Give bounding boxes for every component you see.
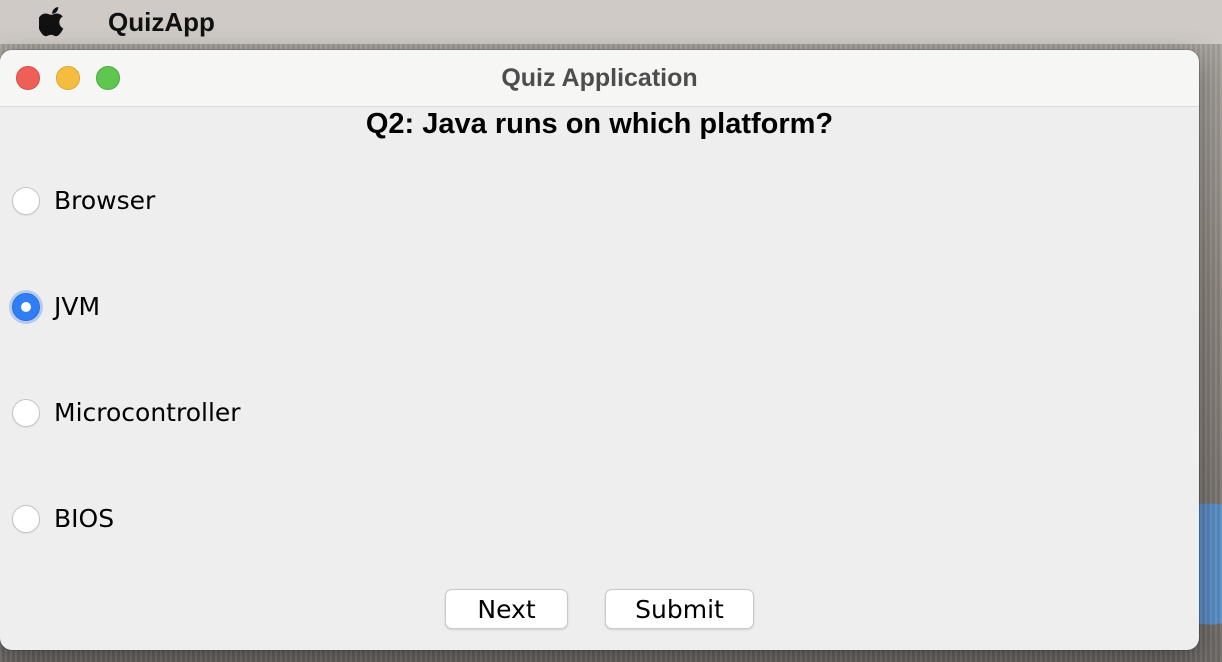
option-microcontroller[interactable]: Microcontroller — [12, 398, 241, 427]
radio-dot-icon — [21, 301, 31, 312]
quiz-window: Quiz Application Q2: Java runs on which … — [0, 50, 1199, 650]
apple-logo-icon[interactable] — [38, 7, 68, 37]
menu-app-name[interactable]: QuizApp — [108, 7, 215, 38]
radio-button[interactable] — [12, 398, 40, 427]
option-label: Browser — [54, 186, 156, 215]
option-label: JVM — [54, 292, 101, 321]
option-jvm[interactable]: JVM — [12, 292, 100, 321]
option-label: BIOS — [54, 504, 115, 533]
next-button[interactable]: Next — [445, 589, 568, 629]
radio-button[interactable] — [12, 186, 40, 215]
option-browser[interactable]: Browser — [12, 186, 155, 215]
submit-button[interactable]: Submit — [605, 589, 754, 629]
radio-button[interactable] — [12, 504, 40, 533]
radio-button-selected[interactable] — [12, 292, 40, 321]
option-bios[interactable]: BIOS — [12, 504, 114, 533]
menu-bar: QuizApp — [0, 0, 1222, 44]
window-titlebar[interactable]: Quiz Application — [0, 50, 1199, 107]
window-title: Quiz Application — [501, 64, 698, 92]
option-label: Microcontroller — [54, 398, 241, 427]
question-text: Q2: Java runs on which platform? — [365, 108, 834, 140]
